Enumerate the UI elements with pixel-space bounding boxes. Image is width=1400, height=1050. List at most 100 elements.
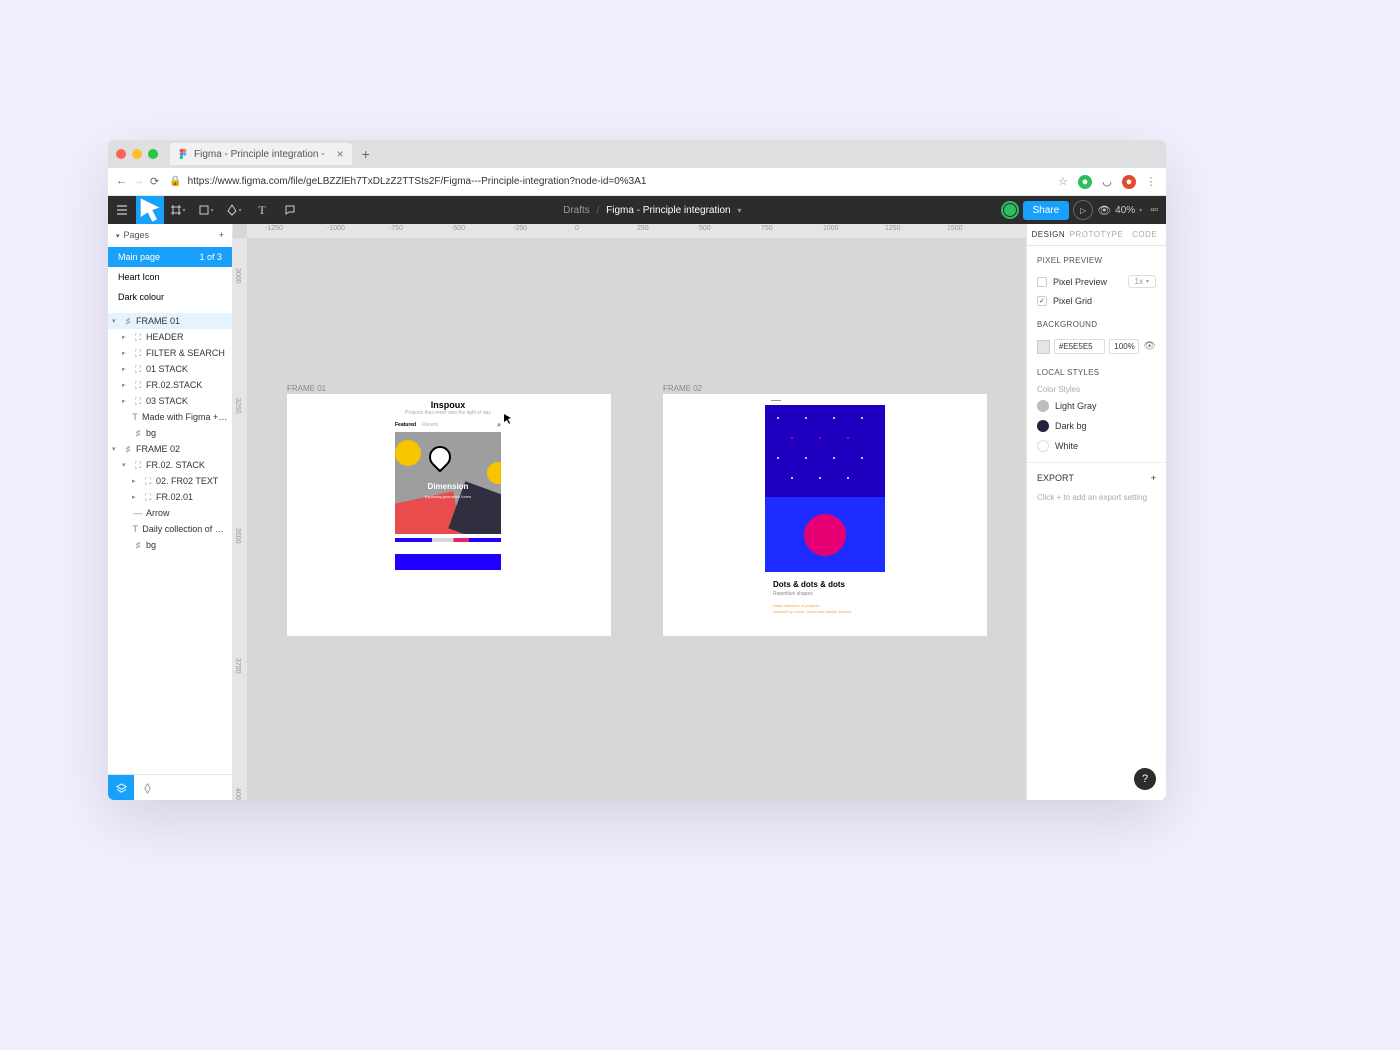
layer-row[interactable]: ▸⛶FILTER & SEARCH xyxy=(108,345,232,361)
hero-image: Dimension Exploring geometric forms xyxy=(395,432,501,534)
close-window-icon[interactable] xyxy=(116,149,126,159)
address-bar[interactable]: 🔒 https://www.figma.com/file/geLBZZlEh7T… xyxy=(169,176,1046,187)
frame-icon: ♯ xyxy=(133,428,143,438)
bg-hex-input[interactable]: #E5E5E5 xyxy=(1054,339,1105,354)
layer-row[interactable]: ▸⛶01 STACK xyxy=(108,361,232,377)
layer-row[interactable]: ▾⛶FR.02. STACK xyxy=(108,457,232,473)
figma-icon xyxy=(178,149,188,159)
group-icon: ⛶ xyxy=(133,460,143,470)
bg-opacity-input[interactable]: 100% xyxy=(1109,339,1139,354)
layer-row[interactable]: ♯bg xyxy=(108,537,232,553)
shape-tool[interactable]: ▾ xyxy=(192,196,220,224)
group-icon: ⛶ xyxy=(133,348,143,358)
group-icon: ⛶ xyxy=(143,492,153,502)
group-icon: ⛶ xyxy=(143,476,153,486)
main-menu-button[interactable] xyxy=(108,196,136,224)
pages-header[interactable]: ▾Pages + xyxy=(108,224,232,247)
add-page-button[interactable]: + xyxy=(219,230,224,240)
pixel-preview-scale[interactable]: 1x▾ xyxy=(1128,275,1156,288)
layer-row[interactable]: TMade with Figma + Princi… xyxy=(108,409,232,425)
vertical-ruler: 30003250350037504000 xyxy=(233,238,247,800)
export-hint: Click + to add an export setting xyxy=(1027,493,1166,502)
search-icon: ⌕ xyxy=(497,422,501,430)
tab-design[interactable]: DESIGN xyxy=(1027,224,1070,245)
page-item-main[interactable]: Main page 1 of 3 xyxy=(108,247,232,267)
layer-row[interactable]: ▸⛶FR.02.01 xyxy=(108,489,232,505)
visibility-toggle-icon[interactable]: 👁 xyxy=(1143,341,1156,352)
canvas[interactable]: -1250-1000-750-500-250025050075010001250… xyxy=(233,224,1026,800)
tab-prototype[interactable]: PROTOTYPE xyxy=(1070,224,1124,245)
browser-menu-icon[interactable]: ⋮ xyxy=(1144,175,1158,189)
text-tool[interactable]: T xyxy=(248,196,276,224)
view-settings-icon[interactable]: 👁 xyxy=(1097,204,1111,217)
extension-badge-icon[interactable]: ● xyxy=(1122,175,1136,189)
forward-button[interactable]: → xyxy=(133,175,144,188)
help-button[interactable]: ? xyxy=(1134,768,1156,790)
tab-code[interactable]: CODE xyxy=(1123,224,1166,245)
rectangle-icon xyxy=(198,204,210,216)
pixel-preview-checkbox[interactable] xyxy=(1037,277,1047,287)
layers-panel: ▾Pages + Main page 1 of 3 Heart Icon Dar… xyxy=(108,224,233,800)
doc-name: Figma - Principle integration xyxy=(606,205,731,216)
app-title: Inspoux xyxy=(389,394,507,410)
style-dark-bg[interactable]: Dark bg xyxy=(1027,416,1166,436)
assets-tab-button[interactable] xyxy=(134,775,160,800)
pixel-grid-checkbox[interactable]: ✓ xyxy=(1037,296,1047,306)
comment-tool[interactable] xyxy=(276,196,304,224)
user-avatar[interactable] xyxy=(1001,201,1019,219)
frame-tool[interactable]: ▾ xyxy=(164,196,192,224)
new-tab-button[interactable]: + xyxy=(362,146,370,162)
layer-frame01[interactable]: ▾♯FRAME 01 xyxy=(108,313,232,329)
frame-label-01[interactable]: FRAME 01 xyxy=(287,384,326,393)
frame-icon: ♯ xyxy=(133,540,143,550)
layers-tab-button[interactable] xyxy=(108,775,134,800)
browser-tabstrip: Figma - Principle integration - × + xyxy=(108,140,1166,168)
layer-row[interactable]: ♯bg xyxy=(108,425,232,441)
document-title[interactable]: Drafts / Figma - Principle integration ▾ xyxy=(304,205,1001,216)
hamburger-icon xyxy=(116,204,128,216)
page-item-dark[interactable]: Dark colour xyxy=(108,287,232,307)
layer-row[interactable]: ▸⛶03 STACK xyxy=(108,393,232,409)
reload-button[interactable]: ⟳ xyxy=(150,175,159,188)
close-tab-icon[interactable]: × xyxy=(337,147,344,161)
add-export-button[interactable]: + xyxy=(1151,473,1156,483)
chevron-down-icon: ▾ xyxy=(737,206,741,215)
page-item-heart[interactable]: Heart Icon xyxy=(108,267,232,287)
layer-row[interactable]: ▸⛶FR.02.STACK xyxy=(108,377,232,393)
browser-toolbar: ← → ⟳ 🔒 https://www.figma.com/file/geLBZ… xyxy=(108,168,1166,196)
frame-01[interactable]: Inspoux Projects that never saw the ligh… xyxy=(287,394,611,636)
browser-tab[interactable]: Figma - Principle integration - × xyxy=(170,143,352,165)
layer-row[interactable]: ▸⛶HEADER xyxy=(108,329,232,345)
color-styles-label: Color Styles xyxy=(1027,383,1166,396)
move-tool[interactable] xyxy=(136,196,164,224)
pen-icon xyxy=(226,204,238,216)
pen-tool[interactable]: ▾ xyxy=(220,196,248,224)
star-icon[interactable]: ☆ xyxy=(1056,175,1070,189)
figma-toolbar: ▾ ▾ ▾ T Drafts / Figma - Principle integ… xyxy=(108,196,1166,224)
extension-evernote-icon[interactable]: ● xyxy=(1078,175,1092,189)
zoom-level[interactable]: 40% xyxy=(1115,205,1135,216)
browser-window: Figma - Principle integration - × + ← → … xyxy=(108,140,1166,800)
window-controls[interactable] xyxy=(116,149,158,159)
present-button[interactable]: ▷ xyxy=(1073,200,1093,220)
line-icon: — xyxy=(133,508,143,518)
extension-pocket-icon[interactable]: ◡ xyxy=(1100,175,1114,189)
back-button[interactable]: ← xyxy=(116,175,127,188)
library-icon[interactable]: ▫▫ xyxy=(1150,204,1158,216)
layer-frame02[interactable]: ▾♯FRAME 02 xyxy=(108,441,232,457)
style-light-gray[interactable]: Light Gray xyxy=(1027,396,1166,416)
frame-label-02[interactable]: FRAME 02 xyxy=(663,384,702,393)
maximize-window-icon[interactable] xyxy=(148,149,158,159)
frame-02[interactable]: Dots & dots & dots Repetitive shapes Dai… xyxy=(663,394,987,636)
minimize-window-icon[interactable] xyxy=(132,149,142,159)
layer-row[interactable]: —Arrow xyxy=(108,505,232,521)
canvas-cursor-icon xyxy=(503,414,513,424)
card-heading: Dots & dots & dots xyxy=(773,580,877,589)
share-button[interactable]: Share xyxy=(1023,201,1070,220)
style-white[interactable]: White xyxy=(1027,436,1166,456)
layer-tree: ▾♯FRAME 01 ▸⛶HEADER ▸⛶FILTER & SEARCH ▸⛶… xyxy=(108,313,232,774)
layer-row[interactable]: TDaily collection of project… xyxy=(108,521,232,537)
bg-color-swatch[interactable] xyxy=(1037,340,1050,354)
layer-row[interactable]: ▸⛶02. FR02 TEXT xyxy=(108,473,232,489)
text-icon: T xyxy=(131,524,139,534)
